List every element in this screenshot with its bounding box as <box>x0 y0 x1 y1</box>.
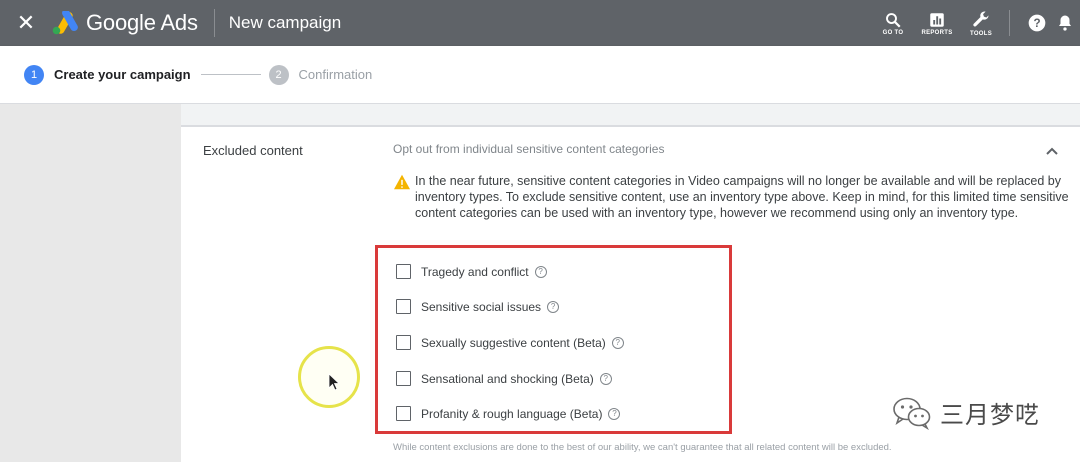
help-icon[interactable]: ? <box>599 372 612 385</box>
category-label: Sensitive social issues <box>421 299 542 314</box>
category-list-highlight: Tragedy and conflict ? Sensitive social … <box>375 245 732 434</box>
notifications-button[interactable] <box>1056 0 1080 46</box>
help-icon[interactable]: ? <box>608 407 621 420</box>
divider <box>1009 10 1010 36</box>
reports-button[interactable]: REPORTS <box>915 0 959 46</box>
checkbox[interactable] <box>396 335 411 350</box>
checkbox[interactable] <box>396 299 411 314</box>
step-number: 1 <box>24 64 44 85</box>
reports-label: REPORTS <box>921 29 953 36</box>
step-label: Create your campaign <box>54 67 191 82</box>
google-ads-logo-icon <box>52 11 78 35</box>
page-title: New campaign <box>228 13 342 32</box>
tools-label: TOOLS <box>969 30 993 37</box>
goto-label: GO TO <box>882 29 904 36</box>
disclaimer-text: While content exclusions are done to the… <box>393 442 892 453</box>
mouse-cursor-icon <box>328 373 340 391</box>
checkbox[interactable] <box>396 264 411 279</box>
section-subtitle: Opt out from individual sensitive conten… <box>393 142 665 156</box>
warning-text: In the near future, sensitive content ca… <box>415 174 1069 220</box>
warning-icon <box>393 174 415 221</box>
category-label: Sensational and shocking (Beta) <box>421 371 594 386</box>
section-label: Excluded content <box>203 143 303 158</box>
watermark: 三月梦呓 <box>892 395 1040 430</box>
checkbox[interactable] <box>396 371 411 386</box>
help-icon[interactable]: ? <box>534 265 547 278</box>
previous-section-edge <box>181 104 1080 126</box>
svg-text:?: ? <box>1033 17 1040 30</box>
category-sensitive-social-issues[interactable]: Sensitive social issues ? <box>396 299 560 314</box>
category-sensational-and-shocking[interactable]: Sensational and shocking (Beta) ? <box>396 371 612 386</box>
step-label: Confirmation <box>298 67 373 82</box>
category-profanity-rough-language[interactable]: Profanity & rough language (Beta) ? <box>396 406 621 421</box>
checkbox[interactable] <box>396 406 411 421</box>
close-icon[interactable]: ✕ <box>0 10 52 36</box>
left-sidebar <box>0 104 181 462</box>
tools-button[interactable]: TOOLS <box>959 0 1003 46</box>
logo-text: Google Ads <box>86 10 198 35</box>
goto-button[interactable]: GO TO <box>871 0 915 46</box>
chevron-up-icon <box>1046 147 1058 155</box>
help-button[interactable]: ? <box>1018 0 1056 46</box>
step-create-campaign[interactable]: 1 Create your campaign <box>24 64 191 85</box>
divider <box>213 9 215 37</box>
wrench-icon <box>973 11 989 26</box>
wechat-icon <box>893 397 931 430</box>
collapse-button[interactable] <box>1042 141 1062 161</box>
step-confirmation[interactable]: 2 Confirmation <box>268 64 373 85</box>
help-icon[interactable]: ? <box>611 336 624 349</box>
bell-icon <box>1059 15 1071 31</box>
help-icon: ? <box>1028 14 1046 32</box>
search-icon <box>886 12 901 28</box>
help-icon[interactable]: ? <box>547 300 560 313</box>
watermark-text: 三月梦呓 <box>940 401 1040 429</box>
campaign-stepper: 1 Create your campaign 2 Confirmation <box>0 46 1080 104</box>
app-bar: ✕ Google Ads New campaign GO TO REPORTS … <box>0 0 1080 46</box>
warning-message: In the near future, sensitive content ca… <box>393 173 1073 221</box>
reports-icon <box>930 12 944 27</box>
category-label: Tragedy and conflict <box>421 264 529 279</box>
google-ads-logo: Google Ads <box>52 10 198 36</box>
category-label: Sexually suggestive content (Beta) <box>421 335 606 350</box>
step-number: 2 <box>268 64 289 85</box>
category-tragedy-and-conflict[interactable]: Tragedy and conflict ? <box>396 264 547 279</box>
step-connector <box>200 74 261 75</box>
category-label: Profanity & rough language (Beta) <box>421 406 603 421</box>
category-sexually-suggestive[interactable]: Sexually suggestive content (Beta) ? <box>396 335 624 350</box>
